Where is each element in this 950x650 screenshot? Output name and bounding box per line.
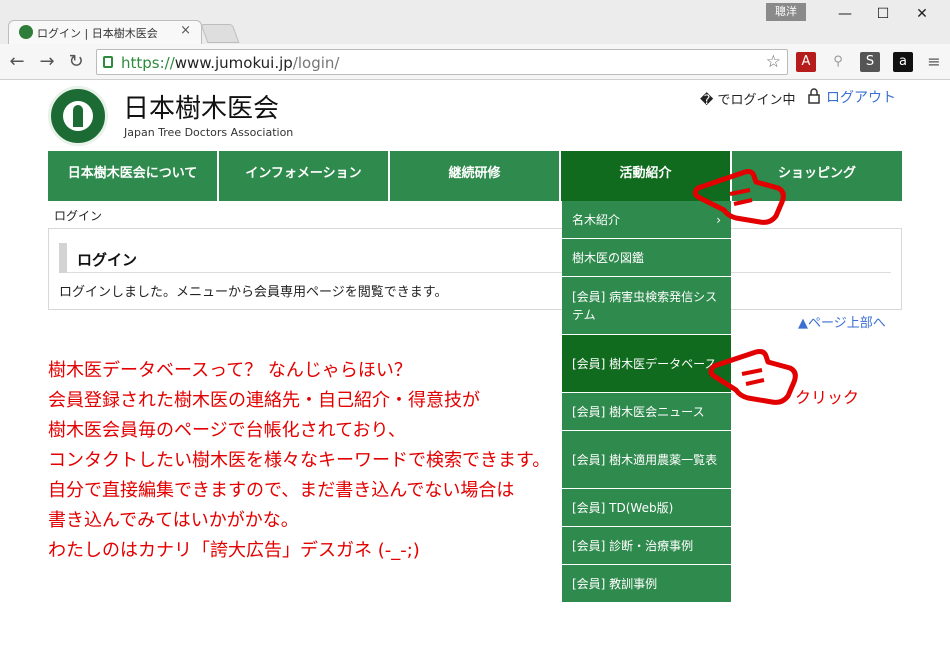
note-line: 樹木医会員毎のページで台帳化されており、 [48, 420, 406, 441]
menu-icon[interactable]: ≡ [924, 52, 944, 72]
nav-item-information[interactable]: インフォメーション [219, 151, 390, 201]
dropdown-item-pest-search[interactable]: [会員] 病害虫検索発信システム [562, 277, 731, 335]
browser-toolbar: ← → ↻ https://www.jumokui.jp/login/ ☆ A … [0, 44, 950, 80]
user-lock-icon [808, 88, 820, 104]
close-tab-icon[interactable]: × [180, 23, 191, 38]
nav-item-training[interactable]: 継続研修 [390, 151, 561, 201]
tab-title: ログイン | 日本樹木医会 [37, 27, 158, 40]
login-status: � でログイン中 [700, 93, 796, 108]
dropdown-item-pesticide-list[interactable]: [会員] 樹木適用農薬一覧表 [562, 431, 731, 489]
login-title: ログイン [77, 251, 138, 269]
note-line: 自分で直接編集できますので、まだ書き込んでない場合は [48, 480, 515, 501]
address-bar[interactable]: https://www.jumokui.jp/login/ ☆ [96, 49, 788, 75]
reload-icon[interactable]: ↻ [65, 51, 87, 73]
close-window-icon[interactable]: ✕ [912, 6, 932, 22]
logout-link[interactable]: ログアウト [826, 87, 896, 107]
browser-tab[interactable]: ログイン | 日本樹木医会 × [8, 20, 202, 44]
site-title[interactable]: 日本樹木医会 [123, 88, 279, 125]
login-panel: ログイン ログインしました。メニューから会員専用ページを閲覧できます。 [48, 228, 902, 310]
note-line: 樹木医データベースって？ なんじゃらほい？ [48, 360, 412, 381]
heading-accent-bar [59, 243, 67, 273]
site-subtitle: Japan Tree Doctors Association [124, 126, 294, 139]
dropdown-item-tree-doctor-guide[interactable]: 樹木医の図鑑 [562, 239, 731, 277]
click-annotation: クリック [795, 388, 860, 407]
s-extension-icon[interactable]: S [860, 52, 880, 72]
dropdown-item-lessons[interactable]: [会員] 教訓事例 [562, 565, 731, 603]
note-line: わたしのはカナリ「誇大広告」デスガネ (-_-;) [48, 540, 420, 561]
dropdown-item-diagnosis-cases[interactable]: [会員] 診断・治療事例 [562, 527, 731, 565]
site-favicon-icon [19, 25, 33, 39]
pointing-hand-icon [692, 169, 786, 225]
dropdown-item-td-web[interactable]: [会員] TD(Web版) [562, 489, 731, 527]
dropdown-item-label: 名木紹介 [572, 212, 621, 227]
handwritten-note: 樹木医データベースって？ なんじゃらほい？ 会員登録された樹木医の連絡先・自己紹… [48, 356, 550, 566]
site-logo[interactable] [48, 86, 108, 146]
browser-titlebar: ログイン | 日本樹木医会 × 聰洋 — ☐ ✕ [0, 0, 950, 44]
pdf-extension-icon[interactable]: A [796, 52, 816, 72]
lock-icon [103, 56, 113, 68]
amazon-extension-icon[interactable]: a [893, 52, 913, 72]
nav-item-about[interactable]: 日本樹木医会について [48, 151, 219, 201]
maximize-icon[interactable]: ☐ [873, 6, 893, 22]
minimize-icon[interactable]: — [835, 6, 855, 22]
url-text[interactable]: https://www.jumokui.jp/login/ [121, 54, 339, 72]
new-tab-button[interactable] [200, 24, 240, 43]
page-top-link[interactable]: ▲ページ上部へ [798, 312, 886, 331]
note-line: 書き込んでみてはいかがかな。 [48, 510, 299, 531]
profile-badge[interactable]: 聰洋 [766, 3, 806, 21]
login-message: ログインしました。メニューから会員専用ページを閲覧できます。 [59, 285, 448, 300]
tree-icon [73, 105, 83, 127]
login-heading: ログイン [59, 243, 891, 273]
note-line: 会員登録された樹木医の連絡先・自己紹介・得意技が [48, 390, 480, 411]
bookmark-star-icon[interactable]: ☆ [766, 52, 781, 72]
pointing-hand-icon-2 [708, 349, 798, 405]
breadcrumb[interactable]: ログイン [54, 207, 102, 224]
back-arrow-icon[interactable]: ← [6, 51, 28, 73]
search-extension-icon[interactable]: ⚲ [828, 52, 848, 72]
forward-arrow-icon[interactable]: → [36, 51, 58, 73]
note-line: コンタクトしたい樹木医を様々なキーワードで検索できます。 [48, 450, 551, 471]
